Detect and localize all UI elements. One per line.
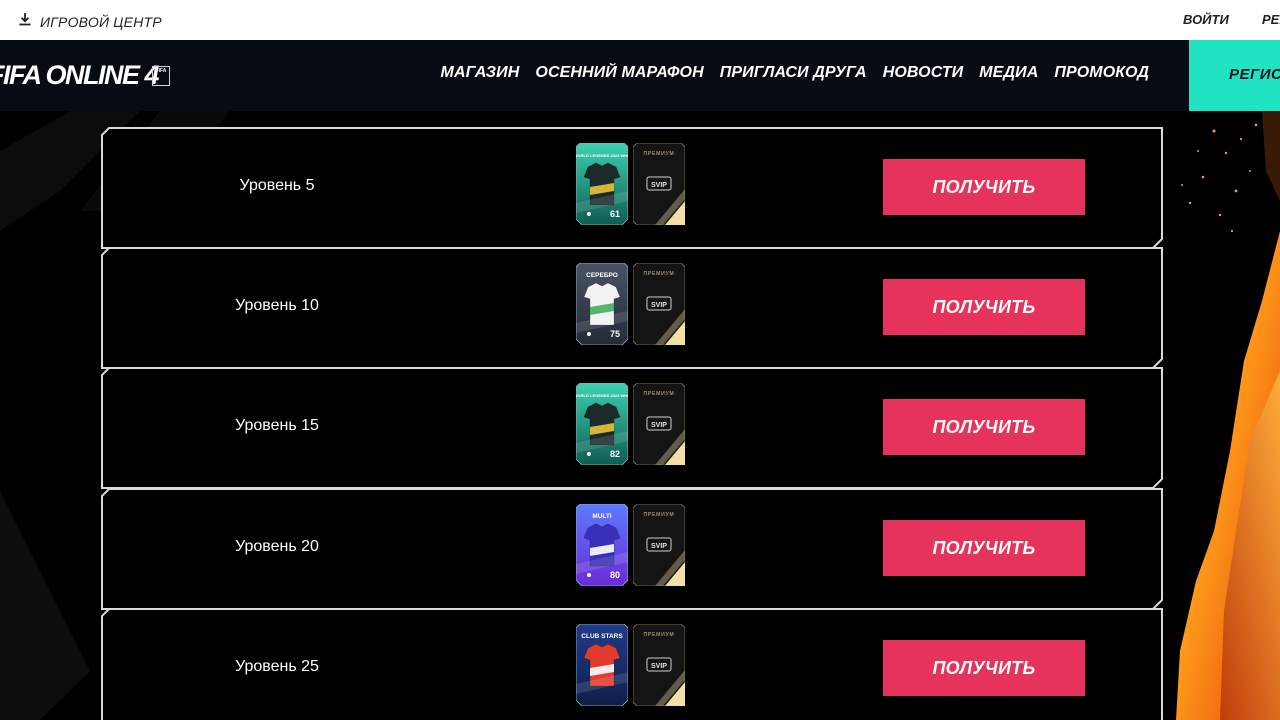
player-card-rating: 82 [610,449,620,459]
register-link[interactable]: РЕГ [1262,12,1280,27]
player-card-header: MULTI [592,513,612,520]
nav-item-autumn-marathon[interactable]: ОСЕННИЙ МАРАФОН [535,64,703,82]
nav-item-media[interactable]: МЕДИА [979,64,1038,82]
reward-level-label: Уровень 15 [235,417,319,434]
player-card-header: СЕРЕБРО [586,272,618,279]
fifa-badge: FIFA [152,66,170,86]
nav-item-invite-friend[interactable]: ПРИГЛАСИ ДРУГА [720,64,867,82]
reward-level-label: Уровень 5 [239,177,315,194]
reward-items: СЕРЕБРО 75 ПРЕМИУМ SVIP [576,263,686,347]
main-nav: FIFA ONLINE 4 FIFA МАГАЗИН ОСЕННИЙ МАРАФ… [0,40,1280,111]
reward-items: WORLD LEGENDS 2023 WHO 61 ПРЕМИУМ SVIP [576,143,686,227]
premium-card-badge: SVIP [651,543,667,550]
player-card-header: CLUB STARS [581,633,623,640]
premium-card-title: ПРЕМИУМ [644,271,675,277]
nav-item-promo-code[interactable]: ПРОМОКОД [1054,64,1149,82]
nav-menu: МАГАЗИН ОСЕННИЙ МАРАФОН ПРИГЛАСИ ДРУГА Н… [441,64,1149,82]
game-center-label: ИГРОВОЙ ЦЕНТР [40,13,162,30]
premium-card-badge: SVIP [651,182,667,189]
player-card: СЕРЕБРО 75 [576,263,628,345]
premium-card-title: ПРЕМИУМ [644,512,675,518]
reward-list: Уровень 5 WORLD LEGENDS 2023 WHO 61 ПРЕМИУМ… [0,111,1280,720]
premium-card: ПРЕМИУМ SVIP [633,504,685,586]
player-card: WORLD LEGENDS 2023 WHO 61 [576,143,628,225]
premium-card: ПРЕМИУМ SVIP [633,143,685,225]
reward-items: CLUB STARS ПРЕМИУМ SVIP [576,624,686,708]
player-card: CLUB STARS [576,624,628,706]
top-utility-bar: ИГРОВОЙ ЦЕНТР ВОЙТИ РЕГ [0,0,1280,40]
premium-card-badge: SVIP [651,422,667,429]
claim-reward-button[interactable]: ПОЛУЧИТЬ [883,279,1085,335]
premium-card-title: ПРЕМИУМ [644,391,675,397]
nav-item-news[interactable]: НОВОСТИ [883,64,964,82]
premium-card-badge: SVIP [651,663,667,670]
reward-row: Уровень 25 CLUB STARS ПРЕМИУМ SVIP ПОЛУЧИТЬ [101,608,1163,720]
premium-card-badge: SVIP [651,302,667,309]
register-button-label: РЕГИСТРАЦИЯ [1229,66,1280,83]
claim-reward-button[interactable]: ПОЛУЧИТЬ [883,159,1085,215]
fifa-online-logo[interactable]: FIFA ONLINE 4 [0,60,160,91]
premium-card-title: ПРЕМИУМ [644,151,675,157]
reward-row: Уровень 15 WORLD LEGENDS 2023 WHO 82 ПРЕМИУ… [101,367,1163,489]
player-card-header: WORLD LEGENDS 2023 WHO [576,153,628,158]
reward-items: MULTI 80 ПРЕМИУМ SVIP [576,504,686,588]
reward-level-label: Уровень 20 [235,538,319,555]
premium-card: ПРЕМИУМ SVIP [633,383,685,465]
player-card: MULTI 80 [576,504,628,586]
reward-level-label: Уровень 25 [235,658,319,675]
login-link[interactable]: ВОЙТИ [1183,12,1229,27]
claim-reward-button[interactable]: ПОЛУЧИТЬ [883,520,1085,576]
reward-row: Уровень 5 WORLD LEGENDS 2023 WHO 61 ПРЕМИУМ… [101,127,1163,249]
claim-reward-button[interactable]: ПОЛУЧИТЬ [883,640,1085,696]
player-card-header: WORLD LEGENDS 2023 WHO [576,393,628,398]
reward-level-label: Уровень 10 [235,297,319,314]
player-card-rating: 75 [610,329,620,339]
download-icon [18,12,32,31]
premium-card: ПРЕМИУМ SVIP [633,263,685,345]
premium-card: ПРЕМИУМ SVIP [633,624,685,706]
player-card-rating: 61 [610,209,620,219]
player-card-rating: 80 [610,570,620,580]
game-center-download-link[interactable]: ИГРОВОЙ ЦЕНТР [18,12,162,31]
reward-items: WORLD LEGENDS 2023 WHO 82 ПРЕМИУМ SVIP [576,383,686,467]
reward-row: Уровень 10 СЕРЕБРО 75 ПРЕМИУМ SVIP ПОЛУЧИТЬ [101,247,1163,369]
claim-reward-button[interactable]: ПОЛУЧИТЬ [883,399,1085,455]
premium-card-title: ПРЕМИУМ [644,632,675,638]
register-button[interactable]: РЕГИСТРАЦИЯ [1189,40,1280,111]
nav-item-shop[interactable]: МАГАЗИН [441,64,520,82]
reward-row: Уровень 20 MULTI 80 ПРЕМИУМ SVIP ПОЛУЧИТЬ [101,488,1163,610]
player-card: WORLD LEGENDS 2023 WHO 82 [576,383,628,465]
